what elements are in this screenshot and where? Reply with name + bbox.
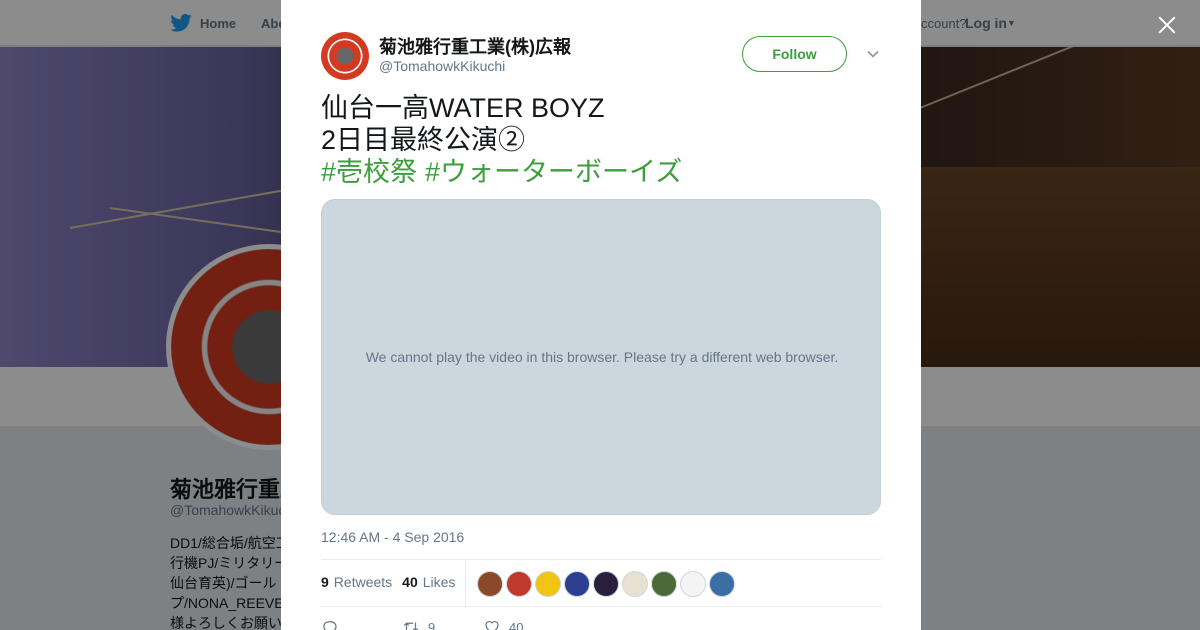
liker-avatar[interactable]	[709, 571, 735, 597]
retweet-count: 9	[428, 619, 436, 630]
follow-button[interactable]: Follow	[742, 36, 847, 72]
author-handle[interactable]: @TomahowkKikuchi	[379, 58, 505, 74]
likes-label: Likes	[422, 574, 456, 590]
tweet-stats: 9 Retweets 40 Likes	[321, 574, 455, 590]
tweet-modal: 菊池雅行重工業(株)広報 @TomahowkKikuchi Follow 仙台一…	[281, 0, 921, 630]
retweets-label: Retweets	[333, 574, 393, 590]
retweet-button[interactable]: 9	[402, 618, 483, 630]
tweet-timestamp[interactable]: 12:46 AM - 4 Sep 2016	[321, 529, 464, 545]
liker-avatar[interactable]	[564, 571, 590, 597]
liker-avatars	[477, 571, 735, 597]
tweet-line: 2日目最終公演②	[321, 125, 526, 155]
tweet-line: 仙台一高WATER BOYZ	[321, 93, 605, 123]
liker-avatar[interactable]	[477, 571, 503, 597]
divider	[321, 606, 881, 607]
liker-avatar[interactable]	[680, 571, 706, 597]
video-unsupported-message: We cannot play the video in this browser…	[365, 349, 839, 365]
likes-count: 40	[402, 574, 418, 590]
video-player[interactable]: We cannot play the video in this browser…	[321, 199, 881, 515]
divider	[321, 559, 881, 560]
liker-avatar[interactable]	[535, 571, 561, 597]
close-modal-button[interactable]	[1152, 10, 1182, 40]
liker-avatar[interactable]	[651, 571, 677, 597]
tweet-hashtags: #壱校祭 #ウォーターボーイズ	[321, 156, 690, 188]
liker-avatar[interactable]	[593, 571, 619, 597]
heart-icon	[485, 621, 499, 630]
liker-avatar[interactable]	[506, 571, 532, 597]
like-count: 40	[509, 619, 524, 630]
tweet-text: 仙台一高WATER BOYZ 2日目最終公演② #壱校祭 #ウォーターボーイズ	[321, 92, 690, 188]
author-avatar[interactable]	[321, 32, 369, 80]
hashtag-link[interactable]: #ウォーターボーイズ	[425, 157, 682, 187]
chevron-down-icon[interactable]	[865, 46, 881, 62]
stats-separator	[465, 560, 466, 606]
retweet-icon	[403, 622, 419, 630]
tweet-actions: 9 40	[321, 618, 564, 630]
reply-button[interactable]	[321, 618, 402, 630]
retweets-stat[interactable]: 9 Retweets	[321, 574, 392, 590]
liker-avatar[interactable]	[622, 571, 648, 597]
like-button[interactable]: 40	[483, 618, 564, 630]
reply-icon	[323, 621, 337, 630]
hashtag-link[interactable]: #壱校祭	[321, 157, 417, 187]
author-name[interactable]: 菊池雅行重工業(株)広報	[379, 33, 571, 59]
likes-stat[interactable]: 40 Likes	[402, 574, 455, 590]
retweets-count: 9	[321, 574, 329, 590]
